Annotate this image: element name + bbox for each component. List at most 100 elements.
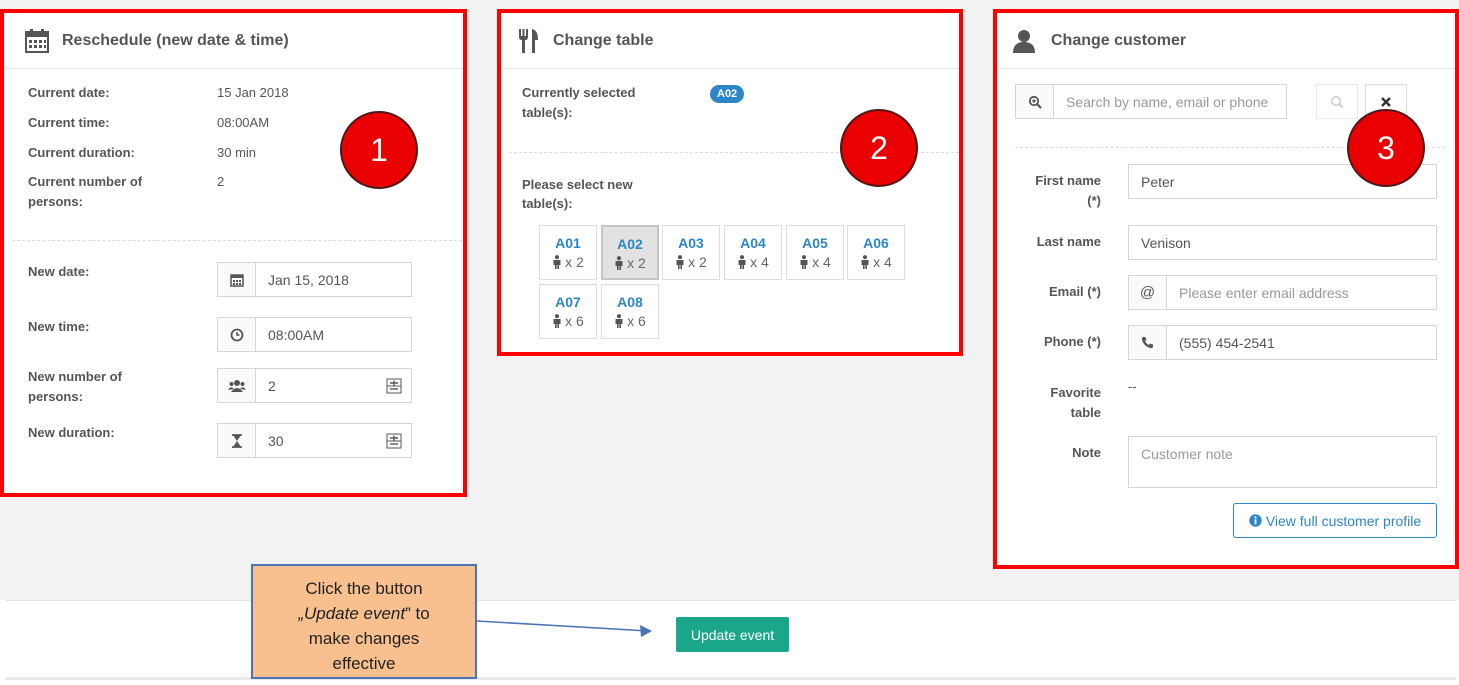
new-time-value: 08:00AM (268, 326, 325, 343)
person-icon (861, 255, 869, 269)
view-profile-button[interactable]: View full customer profile (1233, 503, 1437, 538)
change-customer-title: Change customer (1051, 31, 1187, 49)
new-date-input[interactable]: Jan 15, 2018 (217, 262, 412, 297)
person-icon (553, 314, 561, 328)
person-icon (738, 255, 746, 269)
instruction-callout: Click the button „Update event” to make … (251, 564, 477, 679)
currently-selected-label: Currently selected (522, 85, 636, 100)
table-name: A05 (802, 235, 828, 251)
table-option-a06[interactable]: A06 x 4 (847, 225, 905, 280)
change-customer-header: Change customer (997, 13, 1455, 69)
marker-1: 1 (340, 111, 418, 189)
phone-label: Phone (*) (1043, 334, 1101, 349)
current-duration-value: 30 min (217, 145, 257, 160)
phone-field[interactable]: (555) 454-2541 (1167, 326, 1436, 359)
new-duration-input[interactable]: 30 (217, 423, 412, 458)
table-name: A08 (617, 294, 643, 310)
current-time-label: Current time: (28, 115, 110, 130)
duration-spinner-icon[interactable] (377, 424, 411, 457)
callout-line-2: „Update event” to (253, 601, 475, 626)
table-option-a03[interactable]: A03 x 2 (662, 225, 720, 280)
email-field[interactable]: Please enter email address (1167, 276, 1436, 309)
new-persons-label: New number of (28, 369, 122, 384)
table-option-a02[interactable]: A02 x 2 (601, 225, 659, 280)
email-label: Email (*) (1048, 284, 1101, 299)
table-capacity-value: x 6 (627, 313, 646, 329)
phone-group[interactable]: (555) 454-2541 (1128, 325, 1437, 360)
currently-selected-label-2: table(s): (522, 105, 573, 120)
new-persons-input[interactable]: 2 (217, 368, 412, 403)
person-icon (676, 255, 684, 269)
change-table-title: Change table (553, 31, 654, 49)
table-option-a05[interactable]: A05 x 4 (786, 225, 844, 280)
favorite-table-label: Favorite (1050, 385, 1101, 400)
customer-note-field[interactable]: Customer note (1128, 436, 1437, 488)
table-option-a08[interactable]: A08 x 6 (601, 284, 659, 339)
new-duration-value: 30 (268, 432, 284, 449)
close-icon (1381, 96, 1391, 107)
favorite-table-label-2: table (1070, 405, 1101, 420)
table-capacity: x 6 (540, 313, 596, 329)
table-capacity: x 2 (663, 254, 719, 270)
reschedule-panel: Reschedule (new date & time) Current dat… (0, 9, 467, 497)
change-customer-panel: Change customer Search by name, email or… (993, 9, 1459, 569)
last-name-field[interactable]: Venison (1128, 225, 1437, 260)
current-persons-value: 2 (217, 174, 225, 189)
view-profile-label: View full customer profile (1265, 512, 1422, 529)
table-capacity: x 4 (725, 254, 781, 270)
table-capacity-value: x 4 (812, 254, 831, 270)
clock-icon (218, 318, 256, 351)
reschedule-title: Reschedule (new date & time) (62, 31, 289, 49)
current-time-value: 08:00AM (217, 115, 270, 130)
person-icon (553, 255, 561, 269)
current-date-value: 15 Jan 2018 (217, 85, 289, 100)
table-name: A06 (863, 235, 889, 251)
new-time-input[interactable]: 08:00AM (217, 317, 412, 352)
table-capacity-value: x 6 (565, 313, 584, 329)
search-icon (1331, 95, 1344, 108)
table-name: A03 (678, 235, 704, 251)
email-group[interactable]: @ Please enter email address (1128, 275, 1437, 310)
table-name: A01 (555, 235, 581, 251)
new-persons-label-2: persons: (28, 389, 83, 404)
change-table-panel: Change table Currently selected table(s)… (497, 9, 963, 356)
table-capacity-value: x 2 (565, 254, 584, 270)
callout-line-1: Click the button (305, 579, 423, 598)
current-table-badge: A02 (710, 85, 745, 103)
table-capacity-value: x 2 (688, 254, 707, 270)
calendar-icon (25, 28, 49, 53)
persons-spinner-icon[interactable] (377, 369, 411, 402)
customer-search-input[interactable]: Search by name, email or phone (1054, 85, 1286, 118)
marker-2: 2 (840, 109, 918, 187)
update-event-button[interactable]: Update event (676, 617, 789, 652)
hourglass-icon (218, 424, 256, 457)
table-option-a07[interactable]: A07 x 6 (539, 284, 597, 339)
search-button[interactable] (1316, 84, 1358, 119)
table-capacity-value: x 2 (627, 255, 646, 271)
callout-line-3: make changes (308, 629, 420, 648)
person-icon (615, 256, 623, 270)
customer-search-group[interactable]: Search by name, email or phone (1015, 84, 1287, 119)
first-name-label: First name (1035, 173, 1101, 188)
favorite-table-value: -- (1128, 379, 1137, 394)
new-date-label: New date: (28, 264, 90, 279)
current-duration-label: Current duration: (28, 145, 135, 160)
last-name-label: Last name (1036, 234, 1101, 249)
current-date-label: Current date: (28, 85, 110, 100)
callout-line-4: effective (332, 654, 396, 673)
current-persons-label-2: persons: (28, 194, 83, 209)
table-capacity: x 2 (603, 255, 657, 271)
new-date-value: Jan 15, 2018 (268, 271, 349, 288)
zoom-search-icon (1016, 85, 1054, 118)
info-icon (1249, 514, 1262, 527)
current-persons-label: Current number of (28, 174, 143, 189)
new-duration-label: New duration: (28, 425, 115, 440)
table-option-a01[interactable]: A01 x 2 (539, 225, 597, 280)
marker-3: 3 (1347, 109, 1425, 187)
table-capacity: x 4 (848, 254, 904, 270)
change-table-header: Change table (501, 13, 959, 69)
calendar-small-icon (218, 263, 256, 296)
table-option-a04[interactable]: A04 x 4 (724, 225, 782, 280)
new-persons-value: 2 (268, 377, 276, 394)
person-icon (615, 314, 623, 328)
